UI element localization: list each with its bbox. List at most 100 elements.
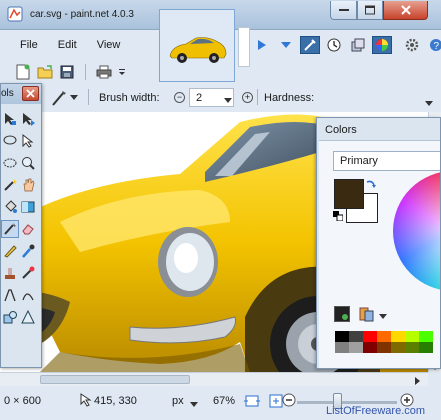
zoom-icon[interactable] [19,154,37,172]
close-button[interactable] [383,1,428,20]
zoom-percent-text[interactable]: 67% [213,395,235,407]
toolbar-separator [85,64,86,80]
paintnet-app-icon[interactable] [7,6,23,22]
recolor-icon[interactable] [19,264,37,282]
image-size-text: 0 × 600 [4,395,42,407]
add-palette-color-icon[interactable] [334,306,350,322]
new-image-icon[interactable] [14,63,32,81]
color-picker-icon[interactable] [19,242,37,260]
menu-edit[interactable]: Edit [50,32,85,58]
palette-swatch[interactable] [391,331,405,342]
thumbnail-scrollbar[interactable] [238,27,250,67]
tools-window: ols [0,83,42,368]
open-folder-icon[interactable] [36,63,54,81]
gradient-icon[interactable] [19,198,37,216]
color-palette[interactable] [335,331,433,353]
colors-panel: Primary [319,140,440,368]
palette-swatch[interactable] [377,342,391,353]
palette-swatch[interactable] [419,342,433,353]
triangle-shape-icon[interactable] [19,308,37,326]
hardness-label: Hardness: [264,92,315,104]
menu-file[interactable]: File [12,32,46,58]
palette-swatch[interactable] [335,342,349,353]
scroll-right-icon[interactable] [415,376,421,388]
palette-swatch[interactable] [349,342,363,353]
svg-text:?: ? [434,41,440,52]
options-separator [257,89,258,105]
reset-colors-icon[interactable] [333,211,344,224]
paint-bucket-icon[interactable] [1,198,19,216]
tools-close-button[interactable] [22,86,39,101]
move-pointer-icon[interactable] [19,132,37,150]
print-icon[interactable] [95,63,113,81]
palette-dropdown-icon[interactable] [379,311,387,323]
brush-width-increase-button[interactable]: + [242,92,253,103]
brush-width-decrease-button[interactable]: − [174,92,185,103]
menu-view[interactable]: View [89,32,129,58]
pan-hand-icon[interactable] [19,176,37,194]
layers-window-icon[interactable] [348,36,368,54]
tools-window-title: ols [1,88,14,99]
horizontal-scrollbar[interactable] [0,372,428,386]
history-window-icon[interactable] [324,36,344,54]
palette-swatch[interactable] [363,342,377,353]
help-icon[interactable]: ? [426,36,441,54]
options-separator [88,89,89,105]
layers-dropdown-icon[interactable] [276,36,296,54]
lasso-icon[interactable] [1,132,19,150]
line-curve-icon[interactable] [19,286,37,304]
file-toolbar [0,60,160,84]
brush-width-label: Brush width: [99,92,160,104]
swap-colors-icon[interactable] [366,179,376,192]
text-icon[interactable] [1,286,19,304]
cursor-position-icon [80,393,92,410]
color-wheel-shade [393,171,440,291]
brush-width-dropdown-icon[interactable] [224,95,232,107]
palette-swatch[interactable] [363,331,377,342]
brush-tool-icon[interactable] [50,89,68,110]
palette-swatch[interactable] [391,342,405,353]
zoom-to-window-icon[interactable] [244,393,260,412]
horizontal-scroll-thumb[interactable] [40,375,190,384]
car-thumbnail-icon [169,37,227,63]
image-thumbnail[interactable] [159,9,235,82]
palette-swatch[interactable] [349,331,363,342]
save-icon[interactable] [58,63,76,81]
colors-window-toggle-icon[interactable] [372,36,392,54]
tools-window-header: ols [1,84,41,104]
units-select[interactable]: px [172,395,184,407]
cursor-position-text: 415, 330 [94,395,137,407]
options-overflow-icon[interactable] [425,98,433,110]
gear-icon[interactable] [402,36,422,54]
watermark-text: ListOfFreeware.com [326,405,426,417]
move-selection-icon[interactable] [1,110,19,128]
tools-window-toggle-icon[interactable] [300,36,320,54]
shapes-icon[interactable] [1,308,19,326]
palette-swatch[interactable] [377,331,391,342]
palette-menu-icon[interactable] [359,306,375,322]
magic-wand-icon[interactable] [1,176,19,194]
paintbrush-icon[interactable] [1,220,19,238]
colors-window: Colors Primary [316,117,441,369]
window-toolbar: ? [252,36,441,54]
primary-color-select[interactable]: Primary [333,151,440,171]
zoom-out-icon[interactable] [282,393,296,410]
eraser-icon[interactable] [19,220,37,238]
palette-swatch[interactable] [419,331,433,342]
palette-swatch[interactable] [405,342,419,353]
minimize-button[interactable] [330,1,357,20]
units-dropdown-icon[interactable] [190,399,198,411]
palette-swatch[interactable] [335,331,349,342]
pencil-icon[interactable] [1,242,19,260]
maximize-button[interactable] [357,1,383,20]
move-selected-icon[interactable] [19,110,37,128]
primary-color-swatch[interactable] [334,179,364,209]
history-arrow-icon[interactable] [252,36,272,54]
ellipse-select-icon[interactable] [1,154,19,172]
clone-stamp-icon[interactable] [1,264,19,282]
menu-bar: File Edit View [12,32,128,58]
brush-dropdown-icon[interactable] [70,92,78,104]
palette-swatch[interactable] [405,331,419,342]
toolbar-overflow-icon[interactable] [117,63,127,81]
zoom-slider-track[interactable] [297,401,397,404]
